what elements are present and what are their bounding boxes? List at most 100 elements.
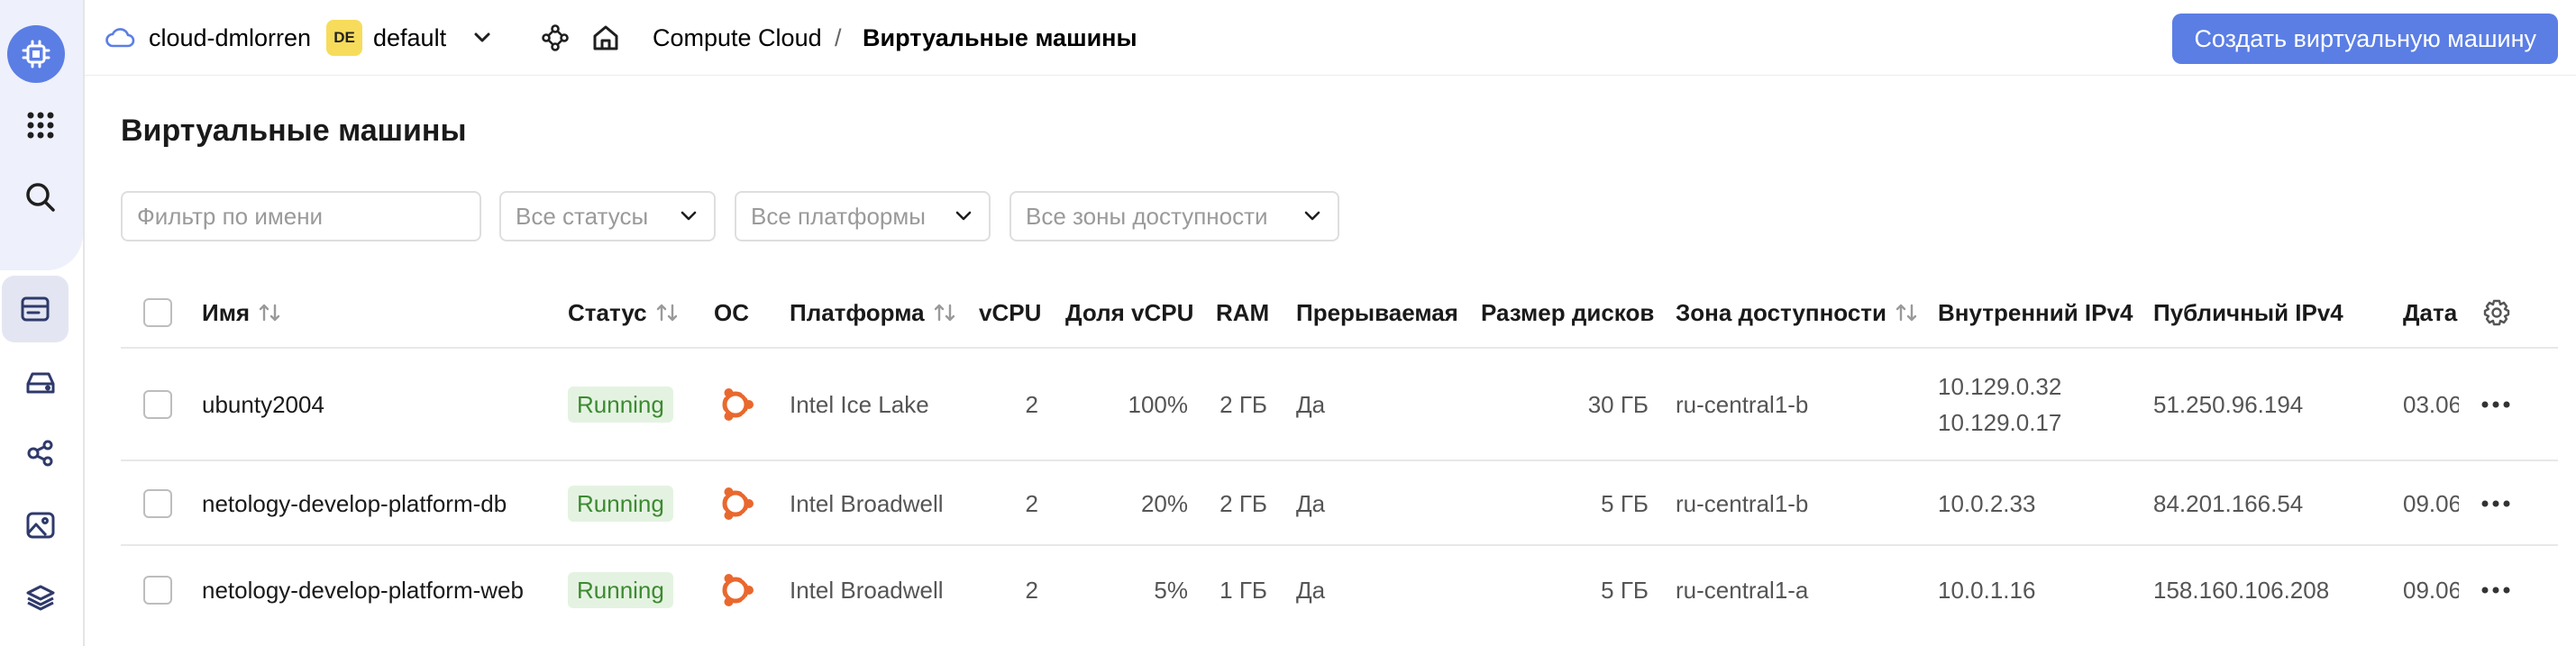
public-ip-cell: 158.160.106.208 — [2153, 576, 2330, 604]
platform-filter-select[interactable]: Все платформы — [735, 191, 991, 241]
vcpu-share-cell: 20% — [1140, 489, 1188, 517]
all-services-icon[interactable] — [11, 96, 70, 155]
folder-name: default — [373, 23, 447, 51]
home-icon[interactable] — [591, 0, 620, 76]
date-cell: 09.06 — [2403, 576, 2459, 604]
preemptible-cell: Да — [1296, 489, 1326, 517]
more-icon[interactable] — [2480, 485, 2511, 523]
zone-cell: ru-central1-b — [1676, 390, 1809, 418]
column-header-date: Дата — [2403, 298, 2458, 326]
public-ip-cell: 51.250.96.194 — [2153, 390, 2304, 418]
row-checkbox[interactable] — [143, 489, 172, 518]
vm-name-link[interactable]: ubunty2004 — [202, 386, 324, 423]
column-header-status[interactable]: Статус — [568, 281, 680, 344]
chevron-down-icon — [1304, 211, 1320, 221]
column-header-name[interactable]: Имя — [202, 281, 282, 344]
vcpu-share-cell: 100% — [1128, 390, 1189, 418]
sort-icon — [259, 304, 280, 322]
select-all-checkbox[interactable] — [143, 298, 172, 327]
cloud-selector[interactable]: cloud-dmlorren — [149, 0, 311, 76]
breadcrumb-current: Виртуальные машины — [863, 23, 1137, 51]
row-checkbox[interactable] — [143, 576, 172, 605]
sort-icon — [1895, 304, 1917, 322]
public-ip-cell: 84.201.166.54 — [2153, 489, 2304, 517]
disks-icon[interactable] — [11, 353, 70, 413]
internal-ip-cell: 10.0.1.16 — [1938, 576, 2036, 604]
platform-filter-value: Все платформы — [751, 202, 926, 230]
column-header-public-ip: Публичный IPv4 — [2153, 298, 2343, 326]
date-cell: 09.06 — [2403, 489, 2459, 517]
preemptible-cell: Да — [1296, 576, 1326, 604]
breadcrumb-separator: / — [835, 23, 842, 51]
column-header-platform[interactable]: Платформа — [790, 281, 957, 344]
zone-cell: ru-central1-a — [1676, 576, 1809, 604]
platform-cell: Intel Ice Lake — [790, 390, 929, 418]
status-badge: Running — [568, 387, 673, 423]
disk-size-cell: 5 ГБ — [1601, 576, 1649, 604]
cloud-icon — [105, 0, 135, 76]
folder-badge: DE — [326, 0, 362, 76]
folder-selector[interactable]: default — [373, 0, 446, 76]
column-header-disk-size: Размер дисков — [1481, 298, 1655, 326]
vcpu-cell: 2 — [1025, 576, 1038, 604]
zone-cell: ru-central1-b — [1676, 489, 1809, 517]
status-badge: Running — [568, 486, 673, 522]
settings-gear-icon[interactable] — [2482, 281, 2511, 344]
platform-cell: Intel Broadwell — [790, 576, 944, 604]
row-divider — [121, 544, 2558, 546]
chevron-down-icon — [681, 211, 697, 221]
ram-cell: 1 ГБ — [1219, 576, 1267, 604]
disk-size-cell: 30 ГБ — [1587, 390, 1649, 418]
status-badge: Running — [568, 572, 673, 608]
chevron-down-icon[interactable] — [470, 0, 494, 76]
ubuntu-icon — [714, 482, 757, 525]
create-vm-button[interactable]: Создать виртуальную машину — [2172, 14, 2558, 64]
ubuntu-icon — [714, 569, 757, 612]
layers-icon[interactable] — [11, 568, 70, 627]
internal-ip-cell: 10.129.0.17 — [1938, 408, 2062, 436]
page-title: Виртуальные машины — [121, 114, 467, 148]
name-filter-input[interactable]: Фильтр по имени — [121, 191, 481, 241]
status-filter-value: Все статусы — [516, 202, 649, 230]
preemptible-cell: Да — [1296, 390, 1326, 418]
disk-size-cell: 5 ГБ — [1601, 489, 1649, 517]
breadcrumb-service[interactable]: Compute Cloud — [653, 0, 822, 76]
vcpu-share-cell: 5% — [1154, 576, 1188, 604]
vm-name-link[interactable]: netology-develop-platform-db — [202, 485, 507, 523]
platform-cell: Intel Broadwell — [790, 489, 944, 517]
zone-filter-select[interactable]: Все зоны доступности — [1009, 191, 1339, 241]
column-header-internal-ip: Внутренний IPv4 — [1938, 298, 2133, 326]
virtual-machines-icon[interactable] — [2, 276, 69, 342]
more-icon[interactable] — [2480, 386, 2511, 423]
network-icon[interactable] — [541, 0, 570, 76]
column-header-preemptible: Прерываемая — [1296, 298, 1458, 326]
ram-cell: 2 ГБ — [1219, 390, 1267, 418]
more-icon[interactable] — [2480, 571, 2511, 609]
vcpu-cell: 2 — [1025, 489, 1038, 517]
column-header-vcpu-share: Доля vCPU — [1065, 298, 1194, 326]
name-filter-placeholder: Фильтр по имени — [137, 202, 324, 230]
vcpu-cell: 2 — [1025, 390, 1038, 418]
sort-icon — [656, 304, 677, 322]
row-checkbox[interactable] — [143, 390, 172, 419]
column-header-os: ОС — [714, 298, 749, 326]
ram-cell: 2 ГБ — [1219, 489, 1267, 517]
column-header-vcpu: vCPU — [979, 298, 1042, 326]
chevron-down-icon — [955, 211, 972, 221]
search-icon[interactable] — [11, 168, 70, 227]
row-divider — [121, 459, 2558, 461]
left-rail — [0, 0, 85, 646]
compute-cloud-icon[interactable] — [7, 25, 65, 83]
zone-filter-value: Все зоны доступности — [1026, 202, 1268, 230]
status-filter-select[interactable]: Все статусы — [499, 191, 716, 241]
sort-icon — [934, 304, 955, 322]
table-header-divider — [121, 347, 2558, 349]
column-header-zone[interactable]: Зона доступности — [1676, 281, 1919, 344]
placement-groups-icon[interactable] — [11, 423, 70, 483]
column-header-ram: RAM — [1216, 298, 1270, 326]
internal-ip-cell: 10.129.0.32 — [1938, 372, 2062, 400]
vm-name-link[interactable]: netology-develop-platform-web — [202, 571, 524, 609]
cloud-name: cloud-dmlorren — [149, 23, 312, 51]
images-icon[interactable] — [11, 496, 70, 555]
internal-ip-cell: 10.0.2.33 — [1938, 489, 2036, 517]
